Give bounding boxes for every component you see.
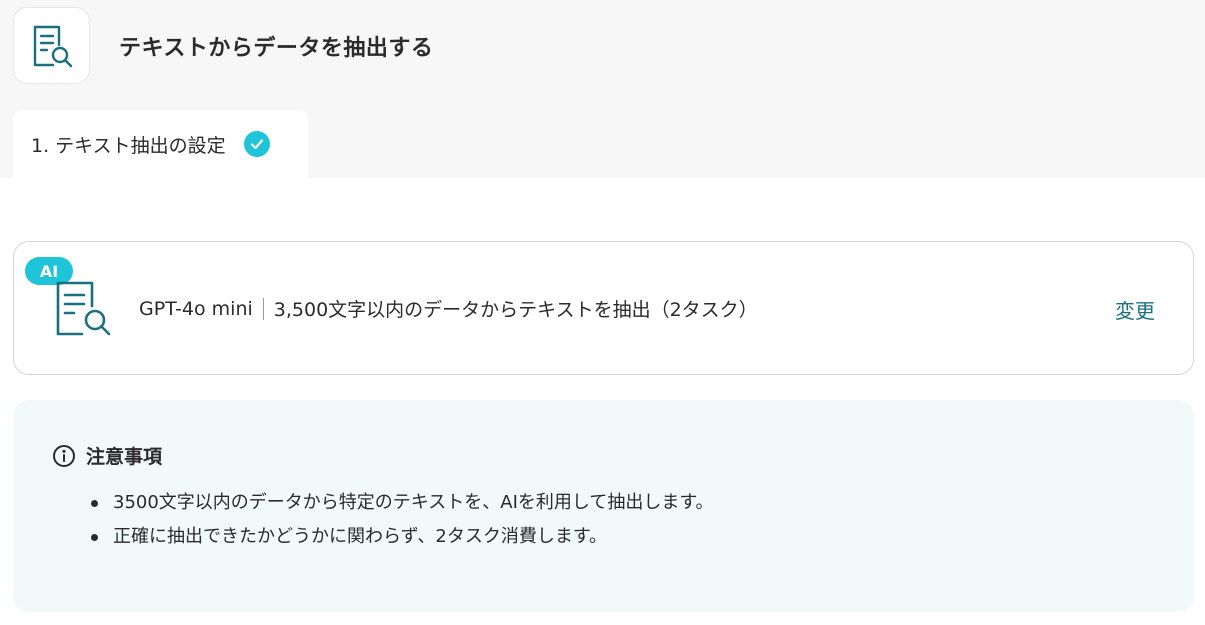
notice-header: 注意事項 [52,442,162,469]
model-name: GPT-4o mini [139,297,253,320]
document-search-icon [54,280,114,342]
list-item: 3500文字以内のデータから特定のテキストを、AIを利用して抽出します。 [91,486,714,520]
tab-label: 1. テキスト抽出の設定 [31,134,226,157]
change-button[interactable]: 変更 [1115,295,1155,324]
info-circle-icon [53,444,75,467]
document-search-icon [33,25,72,67]
separator [262,297,264,320]
header-area: テキストからデータを抽出する 1. テキスト抽出の設定 [0,0,1205,178]
check-circle-icon [243,131,270,157]
page-title: テキストからデータを抽出する [119,36,434,61]
model-card: AI GPT-4o mini 3,500文字以内のデータからテキストを抽出（2タ… [13,241,1194,375]
notice-box: 注意事項 3500文字以内のデータから特定のテキストを、AIを利用して抽出します… [13,400,1194,612]
notice-list: 3500文字以内のデータから特定のテキストを、AIを利用して抽出します。 正確に… [91,486,714,554]
tab-text-extraction-settings[interactable]: 1. テキスト抽出の設定 [13,110,308,178]
notice-title: 注意事項 [86,446,163,468]
app-icon [13,7,90,84]
model-info: GPT-4o mini 3,500文字以内のデータからテキストを抽出（2タスク） [139,295,758,322]
list-item: 正確に抽出できたかどうかに関わらず、2タスク消費します。 [91,520,714,554]
model-description: 3,500文字以内のデータからテキストを抽出（2タスク） [273,299,758,321]
